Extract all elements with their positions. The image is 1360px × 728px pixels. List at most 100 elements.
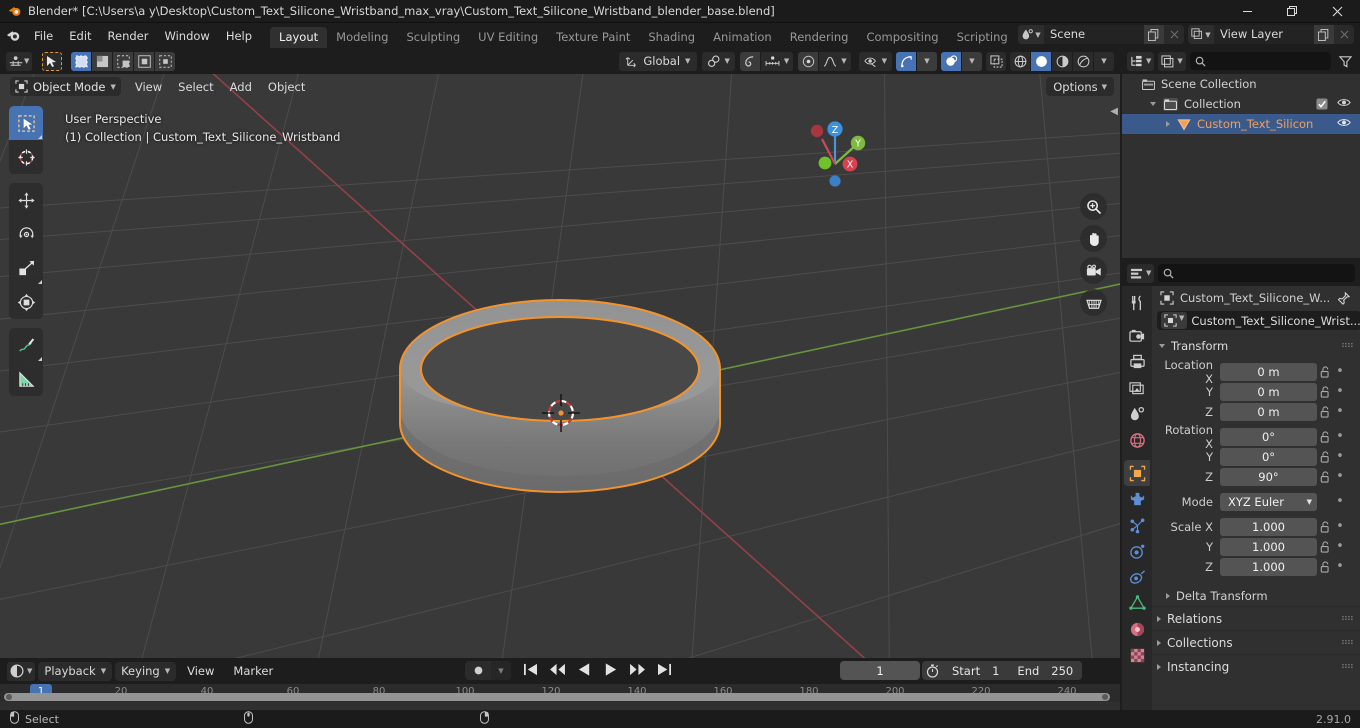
object-tab[interactable] <box>1124 460 1150 486</box>
relations-panel-header[interactable]: Relations <box>1152 606 1360 630</box>
object-data-tab[interactable] <box>1124 590 1150 616</box>
visibility-selector[interactable]: ▼ <box>858 51 892 71</box>
object-id-selector[interactable]: ▼ Custom_Text_Silicone_Wrist... <box>1157 311 1360 330</box>
world-tab[interactable] <box>1124 427 1150 453</box>
keying-menu[interactable]: Keying ▼ <box>115 661 177 681</box>
use-preview-range-icon[interactable] <box>926 663 943 678</box>
scene-selector[interactable]: ▼ Scene <box>1018 25 1184 44</box>
timeline-editor[interactable]: ▼ Playback ▼ Keying ▼ View Marker ▼ 1 St… <box>0 658 1120 710</box>
workspace-tab-layout[interactable]: Layout <box>270 27 328 48</box>
properties-editor[interactable]: ▼ Custom_Text_Silicone_W... ▼ Custom_Tex… <box>1122 260 1360 710</box>
cursor-tool[interactable] <box>9 140 43 174</box>
3d-viewport[interactable]: ▼ Global ▼ ▼ ▼ ▼ ▼ ▼ ▼ ▼ Object Mode ▼ V… <box>0 48 1120 658</box>
workspace-tab-animation[interactable]: Animation <box>704 27 781 48</box>
close-button[interactable] <box>1315 0 1360 23</box>
output-tab[interactable] <box>1124 349 1150 375</box>
viewport-menu-select[interactable]: Select <box>170 77 221 97</box>
lock-icon[interactable] <box>1317 560 1333 573</box>
delta-transform-panel-header[interactable]: Delta Transform <box>1152 585 1360 606</box>
rotation-mode-select[interactable]: XYZ Euler ▼ <box>1220 492 1317 511</box>
modifier-tab[interactable] <box>1124 486 1150 512</box>
frame-end-field[interactable]: End 250 <box>1008 661 1083 680</box>
viewport-menu-view[interactable]: View <box>127 77 170 97</box>
lock-icon[interactable] <box>1317 430 1333 443</box>
viewport-menu-object[interactable]: Object <box>260 77 313 97</box>
jump-to-end-button[interactable] <box>657 663 672 679</box>
sidebar-collapse-arrow-icon[interactable]: ◀ <box>1110 106 1118 117</box>
camera-view-button[interactable] <box>1080 257 1107 284</box>
properties-search-box[interactable] <box>1158 264 1355 282</box>
minimize-button[interactable] <box>1225 0 1270 23</box>
timeline-horizontal-scrollbar[interactable] <box>4 693 1110 701</box>
annotate-tool[interactable] <box>9 328 43 362</box>
collection-enable-checkbox[interactable] <box>1316 98 1328 113</box>
scrollbar-right-knob[interactable] <box>1102 694 1108 700</box>
workspace-tab-shading[interactable]: Shading <box>639 27 704 48</box>
scale-y-field[interactable]: 1.000 <box>1220 537 1317 556</box>
material-preview-shading-button[interactable] <box>1052 51 1072 71</box>
outliner-display-mode-button[interactable]: ▼ <box>1158 51 1186 71</box>
collection-visibility-eye-icon[interactable] <box>1337 97 1351 111</box>
falloff-type-selector[interactable]: ▼ <box>819 51 851 71</box>
menu-help[interactable]: Help <box>218 26 260 46</box>
options-button[interactable]: Options ▼ <box>1046 77 1114 96</box>
show-gizmo-button[interactable] <box>896 51 916 71</box>
rotation-y-field[interactable]: 0° <box>1220 447 1317 466</box>
delete-view-layer-button[interactable] <box>1334 25 1354 44</box>
outliner-row-collection[interactable]: Collection <box>1122 94 1360 114</box>
shading-options-selector[interactable]: ▼ <box>1094 51 1114 71</box>
pan-view-button[interactable] <box>1080 225 1107 252</box>
pin-icon[interactable] <box>1337 291 1351 305</box>
lock-icon[interactable] <box>1317 470 1333 483</box>
jump-to-next-keyframe-button[interactable] <box>629 663 646 679</box>
lock-icon[interactable] <box>1317 385 1333 398</box>
object-visibility-eye-icon[interactable] <box>1337 117 1351 131</box>
proportional-editing-toggle[interactable] <box>798 51 819 71</box>
tweak-select-box-tool[interactable] <box>9 106 43 140</box>
workspace-tab-compositing[interactable]: Compositing <box>857 27 947 48</box>
workspace-tab-sculpting[interactable]: Sculpting <box>397 27 469 48</box>
menu-file[interactable]: File <box>26 26 61 46</box>
select-subtract-button[interactable] <box>113 51 134 71</box>
viewport-menu-add[interactable]: Add <box>222 77 260 97</box>
maximize-button[interactable] <box>1270 0 1315 23</box>
outliner-row-object[interactable]: Custom_Text_Silicon <box>1122 114 1360 134</box>
snap-target-selector[interactable]: ▼ <box>760 51 794 71</box>
workspace-tab-rendering[interactable]: Rendering <box>781 27 858 48</box>
jump-to-previous-keyframe-button[interactable] <box>549 663 566 679</box>
particles-tab[interactable] <box>1124 512 1150 538</box>
view-layer-selector[interactable]: ▼ View Layer <box>1188 25 1354 44</box>
new-view-layer-button[interactable] <box>1314 25 1334 44</box>
rendered-shading-button[interactable] <box>1073 51 1093 71</box>
workspace-tab-modeling[interactable]: Modeling <box>327 27 397 48</box>
lock-icon[interactable] <box>1317 450 1333 463</box>
outliner-search-box[interactable] <box>1189 52 1331 70</box>
location-z-field[interactable]: 0 m <box>1220 402 1317 421</box>
properties-editor-type-button[interactable]: ▼ <box>1127 263 1155 283</box>
mode-selector[interactable]: Object Mode ▼ <box>10 77 121 96</box>
navigation-gizmo[interactable]: Z Y X <box>795 106 875 187</box>
location-y-field[interactable]: 0 m <box>1220 382 1317 401</box>
transform-orientation-selector[interactable]: Global ▼ <box>619 51 698 71</box>
timeline-editor-type-button[interactable]: ▼ <box>7 661 36 681</box>
select-mode-cursor-button[interactable] <box>42 51 63 71</box>
outliner-search-input[interactable] <box>1209 54 1326 68</box>
outliner-filter-button[interactable] <box>1335 52 1355 71</box>
timeline-menu-view[interactable]: View <box>179 661 222 681</box>
outliner-editor[interactable]: ▼ ▼ Scene Collection Collection Custom_T… <box>1122 48 1360 258</box>
gizmo-options-selector[interactable]: ▼ <box>917 51 937 71</box>
play-reverse-button[interactable] <box>577 662 592 680</box>
texture-tab[interactable] <box>1124 642 1150 668</box>
pivot-point-selector[interactable]: ▼ <box>702 51 735 71</box>
auto-keying-options-selector[interactable]: ▼ <box>491 661 511 680</box>
frame-start-field[interactable]: Start 1 <box>943 661 1009 680</box>
editor-type-button[interactable]: ▼ <box>6 51 33 71</box>
playback-menu[interactable]: Playback ▼ <box>38 661 113 681</box>
auto-keying-toggle[interactable] <box>465 661 491 680</box>
menu-edit[interactable]: Edit <box>61 26 99 46</box>
delete-scene-button[interactable] <box>1164 25 1184 44</box>
select-box-button[interactable] <box>71 51 92 71</box>
constraints-tab[interactable] <box>1124 564 1150 590</box>
transform-tool[interactable] <box>9 285 43 319</box>
instancing-panel-header[interactable]: Instancing <box>1152 654 1360 678</box>
